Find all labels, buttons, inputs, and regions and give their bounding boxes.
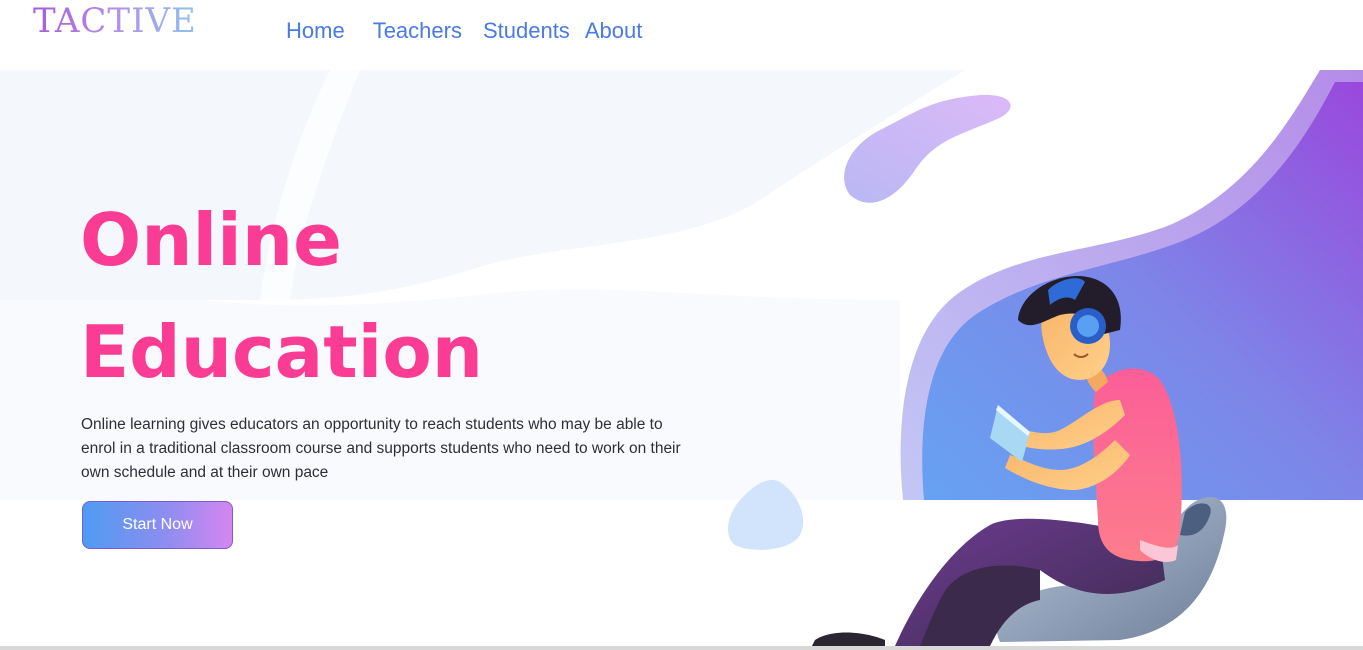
- nav-students[interactable]: Students: [483, 18, 570, 44]
- horizontal-scrollbar[interactable]: [0, 646, 1363, 650]
- main-nav: Home Teachers Students About: [286, 16, 642, 46]
- hero-description: Online learning gives educators an oppor…: [81, 416, 681, 481]
- hero-title-line-1: Online: [80, 198, 342, 282]
- landing-page: TACTIVE Home Teachers Students About Onl…: [0, 0, 1363, 650]
- nav-about[interactable]: About: [585, 18, 643, 44]
- nav-home[interactable]: Home: [286, 18, 345, 44]
- hero-title: Online Education: [80, 184, 483, 408]
- hero-title-line-2: Education: [80, 310, 484, 394]
- nav-teachers[interactable]: Teachers: [373, 18, 462, 44]
- start-now-button[interactable]: Start Now: [82, 501, 233, 549]
- logo[interactable]: TACTIVE: [33, 2, 197, 40]
